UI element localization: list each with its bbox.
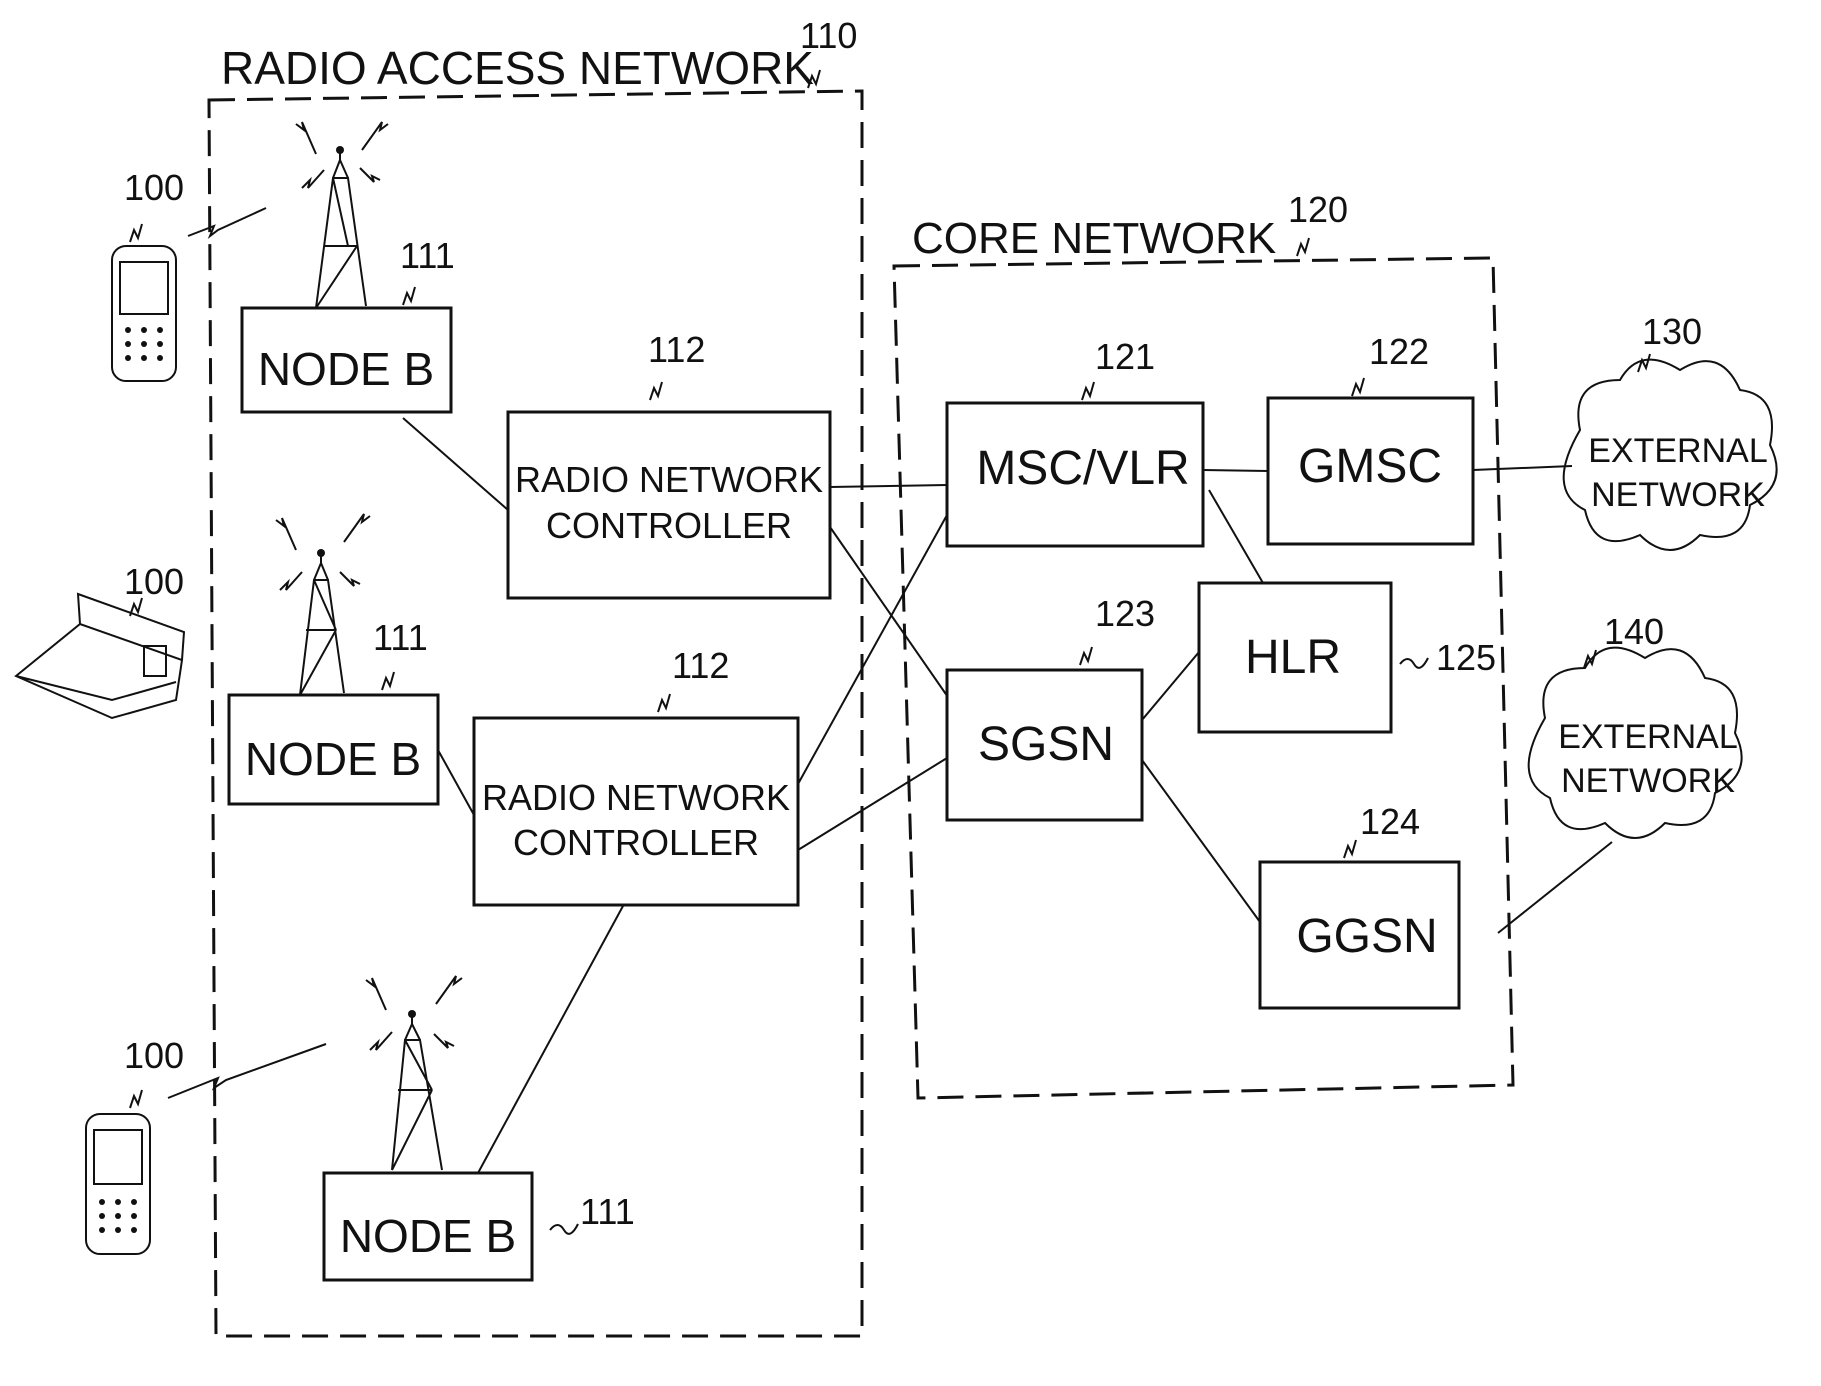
node-b-3-ref: 111 [580,1191,635,1232]
hlr-label: HLR [1245,631,1341,684]
sgsn-ref: 123 [1095,593,1155,634]
ref-squiggle [1583,649,1597,669]
rnc-2-label-line1: RADIO NETWORK [482,777,790,818]
radio-network-controller-1[interactable]: RADIO NETWORK CONTROLLER 112 [506,329,832,600]
ext1-ref: 130 [1642,311,1702,352]
link-rnc1-sgsn [829,526,951,701]
gmsc[interactable]: GMSC 122 [1266,331,1475,546]
external-network-140[interactable]: EXTERNAL NETWORK 140 [1527,611,1743,839]
ran-ref: 110 [800,15,857,56]
core-title: CORE NETWORK [912,214,1276,263]
radio-access-network-group: RADIO ACCESS NETWORK 110 [207,15,864,1338]
link-nodeb3-rnc2 [477,905,624,1174]
link-rnc1-msc [829,484,948,488]
ref-squiggle [1351,377,1365,397]
wireless-link-icon [187,207,267,239]
link-sgsn-ggsn [1141,759,1261,923]
link-nodeb1-rnc1 [402,417,509,511]
ref-squiggle [549,1223,579,1235]
sgsn-label: SGSN [978,718,1114,771]
node-b-1-label: NODE B [258,343,434,395]
link-gmsc-ext1 [1472,465,1573,471]
laptop[interactable]: 100 [14,561,186,720]
wireless-link-icon [167,1043,327,1099]
phone-2-ref: 100 [124,1035,184,1076]
rnc-2-label-line2: CONTROLLER [513,822,759,863]
ggsn[interactable]: GGSN 124 [1258,801,1461,1010]
gmsc-ref: 122 [1369,331,1429,372]
antenna-tower-icon [275,513,371,696]
ref-squiggle [1296,237,1310,257]
rnc-1-label-line1: RADIO NETWORK [515,459,823,500]
phone-screen [93,1129,143,1185]
radio-network-controller-2[interactable]: RADIO NETWORK CONTROLLER 112 [472,645,800,907]
external-network-130[interactable]: EXTERNAL NETWORK 130 [1562,311,1778,551]
link-msc-hlr [1208,489,1264,584]
gmsc-label: GMSC [1298,440,1442,493]
phone-1-ref: 100 [124,167,184,208]
ext1-label-line1: EXTERNAL [1588,432,1768,470]
ref-squiggle [657,693,671,713]
ref-squiggle [1637,353,1651,373]
phone-keypad [125,327,163,361]
msc-vlr-ref: 121 [1095,336,1155,377]
node-b-3[interactable]: NODE B 111 [322,975,635,1282]
ext1-label-line2: NETWORK [1591,476,1765,514]
antenna-tower-icon [365,975,463,1171]
ref-squiggle [402,286,416,306]
node-b-3-label: NODE B [340,1210,516,1262]
node-b-2-ref: 111 [373,617,428,658]
phone-keypad [99,1199,137,1233]
rnc-2-ref: 112 [672,645,729,686]
laptop-ref: 100 [124,561,184,602]
core-ref: 120 [1288,189,1348,230]
ext2-ref: 140 [1604,611,1664,652]
link-rnc2-sgsn [797,757,948,851]
ref-squiggle [1079,646,1093,666]
ggsn-ref: 124 [1360,801,1420,842]
link-ggsn-ext2 [1497,841,1613,934]
ref-squiggle [649,381,663,401]
ref-squiggle [381,671,395,691]
hlr-ref: 125 [1436,637,1496,678]
node-b-2[interactable]: NODE B 111 [227,513,440,806]
node-b-1[interactable]: NODE B 111 [240,121,455,414]
ref-squiggle [1343,839,1357,859]
ext2-label-line1: EXTERNAL [1558,718,1738,756]
ran-title: RADIO ACCESS NETWORK [221,42,814,94]
sgsn[interactable]: SGSN 123 [945,593,1155,822]
link-msc-gmsc [1202,469,1269,472]
ref-squiggle [1399,657,1429,669]
network-diagram: RADIO ACCESS NETWORK 110 CORE NETWORK 12… [14,15,1778,1338]
link-nodeb2-rnc2 [437,749,475,816]
mobile-phone-2[interactable]: 100 [85,1035,327,1255]
ext2-label-line2: NETWORK [1561,762,1735,800]
node-b-2-label: NODE B [245,733,421,785]
ggsn-label: GGSN [1296,910,1437,963]
ref-squiggle [129,1089,143,1109]
msc-vlr[interactable]: MSC/VLR 121 [945,336,1205,548]
msc-vlr-label: MSC/VLR [976,442,1189,495]
node-b-1-ref: 111 [400,235,455,276]
antenna-tower-icon [295,121,389,309]
hlr[interactable]: HLR 125 [1197,581,1496,734]
ref-squiggle [129,223,143,243]
link-sgsn-hlr [1141,651,1200,721]
laptop-icon [14,592,186,720]
rnc-1-ref: 112 [648,329,705,370]
rnc-1-label-line2: CONTROLLER [546,505,792,546]
ref-squiggle [1081,381,1095,401]
phone-screen [119,261,169,315]
